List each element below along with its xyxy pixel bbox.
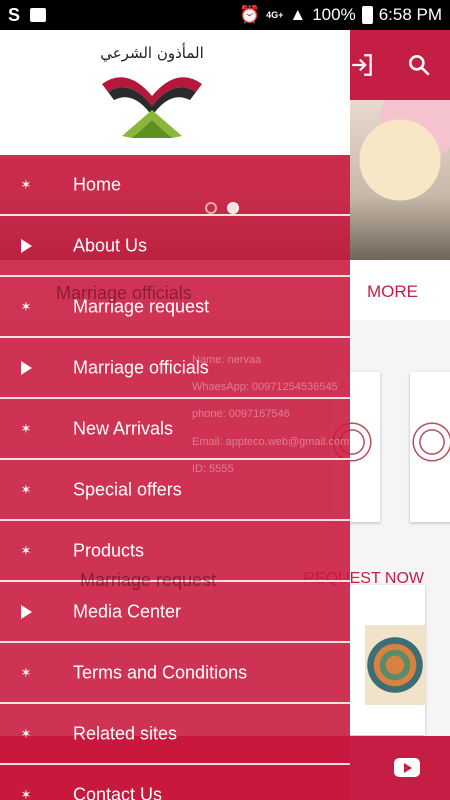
status-bar: S ⏰ 4G+ ▲ 100% 6:58 PM — [0, 0, 450, 30]
network-type: 4G+ — [266, 9, 284, 20]
drawer-header: المأذون الشرعي — [0, 30, 350, 155]
menu-item-label: Marriage officials — [73, 357, 209, 377]
menu-item-label: New Arrivals — [73, 418, 174, 438]
clock: 6:58 PM — [378, 5, 442, 24]
menu-item-marriage-request[interactable]: ✶ Marriage request — [0, 277, 350, 338]
triangle-icon — [18, 238, 34, 254]
signal-icon: ▲ — [289, 5, 307, 24]
triangle-icon — [18, 360, 34, 376]
menu-item-related-sites[interactable]: ✶ Related sites — [0, 704, 350, 765]
search-icon[interactable] — [402, 48, 436, 82]
star-icon: ✶ — [20, 664, 32, 680]
menu-item-label: Contact Us — [73, 784, 163, 800]
star-icon: ✶ — [20, 176, 32, 192]
menu-item-special-offers[interactable]: ✶ Special offers — [0, 460, 350, 521]
menu-item-terms-and-conditions[interactable]: ✶ Terms and Conditions — [0, 643, 350, 704]
ornament-icon — [410, 412, 450, 472]
menu-item-new-arrivals[interactable]: ✶ New Arrivals — [0, 399, 350, 460]
menu-item-marriage-officials[interactable]: Marriage officials — [0, 338, 350, 399]
menu-item-label: Media Center — [73, 601, 182, 621]
menu-item-label: Special offers — [73, 479, 182, 499]
app-logo: المأذون الشرعي — [92, 44, 212, 144]
star-icon: ✶ — [20, 725, 32, 741]
menu-item-products[interactable]: ✶ Products — [0, 521, 350, 582]
star-icon: ✶ — [20, 298, 32, 314]
youtube-icon[interactable] — [394, 758, 420, 777]
menu-item-label: Terms and Conditions — [73, 662, 248, 682]
star-icon: ✶ — [20, 481, 32, 497]
menu-item-media-center[interactable]: Media Center — [0, 582, 350, 643]
slider-indicator — [205, 202, 239, 214]
logo-text: المأذون الشرعي — [100, 44, 204, 62]
drawer-menu: ✶ Home About Us ✶ Marriage request Marri… — [0, 155, 350, 800]
menu-item-about-us[interactable]: About Us — [0, 216, 350, 277]
official-card[interactable] — [410, 372, 450, 522]
menu-item-label: Related sites — [73, 723, 178, 743]
slider-dot[interactable] — [205, 202, 217, 214]
menu-item-contact-us[interactable]: ✶ Contact Us — [0, 765, 350, 800]
battery-level: 100% — [312, 5, 356, 24]
star-icon: ✶ — [20, 542, 32, 558]
slider-dot-active[interactable] — [227, 202, 239, 214]
more-link[interactable]: MORE — [367, 282, 418, 302]
menu-item-label: About Us — [73, 235, 148, 255]
triangle-icon — [18, 604, 34, 620]
star-icon: ✶ — [20, 786, 32, 800]
menu-item-home[interactable]: ✶ Home — [0, 155, 350, 216]
star-icon: ✶ — [20, 420, 32, 436]
navigation-drawer: المأذون الشرعي ✶ Home About Us ✶ Marriag… — [0, 30, 350, 800]
login-icon[interactable] — [345, 48, 379, 82]
request-card[interactable] — [345, 585, 425, 735]
menu-item-label: Products — [73, 540, 145, 560]
image-notification-icon — [30, 8, 47, 22]
battery-icon — [361, 6, 373, 24]
menu-item-label: Home — [73, 174, 122, 194]
menu-item-label: Marriage request — [73, 296, 210, 316]
alarm-icon: ⏰ — [238, 5, 261, 24]
pattern-tile — [365, 625, 425, 705]
skype-icon: S — [8, 4, 21, 25]
